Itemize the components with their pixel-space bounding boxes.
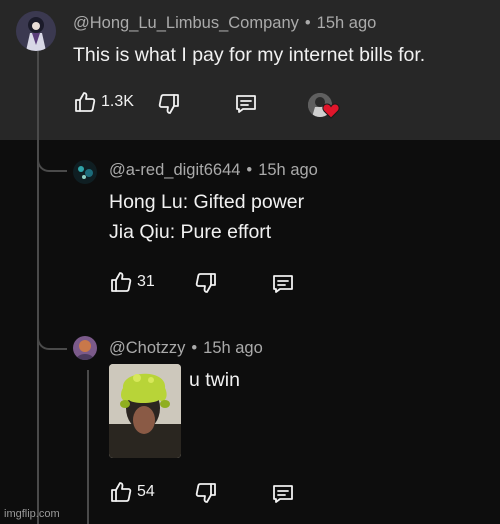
comment-meta: @Chotzzy • 15h ago xyxy=(109,339,263,358)
thumbs-down-icon xyxy=(194,481,218,505)
comment-icon xyxy=(234,92,258,116)
thumbs-down-icon xyxy=(157,92,181,116)
reply-button[interactable] xyxy=(234,92,258,116)
thumbs-up-icon xyxy=(109,480,133,504)
like-button[interactable]: 54 xyxy=(109,480,155,504)
gif-attachment[interactable] xyxy=(109,364,181,458)
comment-text-line: Hong Lu: Gifted power xyxy=(109,191,305,213)
like-count: 54 xyxy=(137,483,155,500)
reply-button[interactable] xyxy=(271,272,295,296)
heart-icon xyxy=(322,103,340,124)
thread-branch xyxy=(37,326,67,350)
avatar[interactable] xyxy=(16,11,56,51)
comment-text: This is what I pay for my internet bills… xyxy=(73,44,426,66)
like-count: 31 xyxy=(137,273,155,290)
avatar[interactable] xyxy=(73,160,97,184)
like-count: 1.3K xyxy=(101,93,134,110)
reply-button[interactable] xyxy=(271,482,295,506)
watermark: imgflip.com xyxy=(4,508,60,520)
username[interactable]: @a-red_digit6644 xyxy=(109,161,240,179)
thumbs-down-icon xyxy=(194,271,218,295)
comment-meta: @Hong_Lu_Limbus_Company • 15h ago xyxy=(73,14,376,33)
comment-meta: @a-red_digit6644 • 15h ago xyxy=(109,161,318,180)
like-button[interactable]: 1.3K xyxy=(73,90,134,114)
username[interactable]: @Chotzzy xyxy=(109,339,185,357)
separator-dot: • xyxy=(191,339,198,357)
separator-dot: • xyxy=(304,14,311,32)
timestamp[interactable]: 15h ago xyxy=(258,161,318,179)
username[interactable]: @Hong_Lu_Limbus_Company xyxy=(73,14,299,32)
dislike-button[interactable] xyxy=(194,271,218,295)
comment-text: u twin xyxy=(189,369,240,391)
dislike-button[interactable] xyxy=(194,481,218,505)
comment-text-line: Jia Qiu: Pure effort xyxy=(109,221,272,243)
thread-line-reply xyxy=(87,370,89,524)
thread-line xyxy=(37,50,39,524)
comment-icon xyxy=(271,482,295,506)
separator-dot: • xyxy=(246,161,253,179)
dislike-button[interactable] xyxy=(157,92,181,116)
timestamp[interactable]: 15h ago xyxy=(203,339,263,357)
avatar[interactable] xyxy=(73,336,97,360)
comment-icon xyxy=(271,272,295,296)
timestamp[interactable]: 15h ago xyxy=(317,14,377,32)
thumbs-up-icon xyxy=(73,90,97,114)
thread-branch xyxy=(37,148,67,172)
thumbs-up-icon xyxy=(109,270,133,294)
like-button[interactable]: 31 xyxy=(109,270,155,294)
